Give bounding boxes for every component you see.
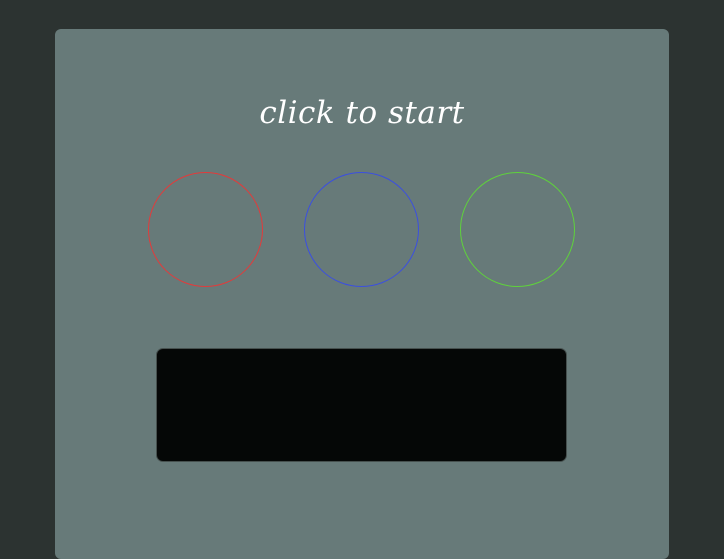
green-circle-button[interactable] — [460, 172, 575, 287]
start-prompt[interactable]: click to start — [55, 93, 669, 133]
red-circle-button[interactable] — [148, 172, 263, 287]
display-screen — [156, 348, 567, 462]
game-panel: click to start — [55, 29, 669, 559]
blue-circle-button[interactable] — [304, 172, 419, 287]
